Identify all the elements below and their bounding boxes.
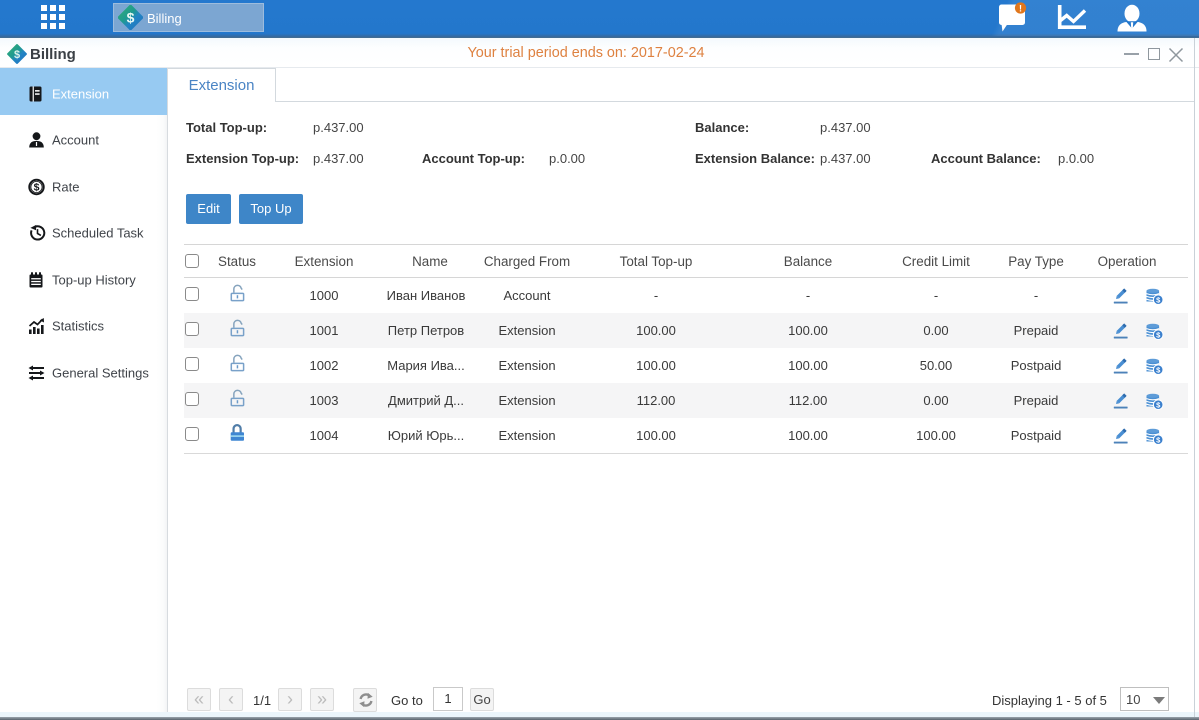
svg-text:$: $ [14,49,20,61]
svg-text:$: $ [34,181,40,193]
svg-text:!: ! [1019,3,1022,13]
svg-text:$: $ [127,10,135,26]
